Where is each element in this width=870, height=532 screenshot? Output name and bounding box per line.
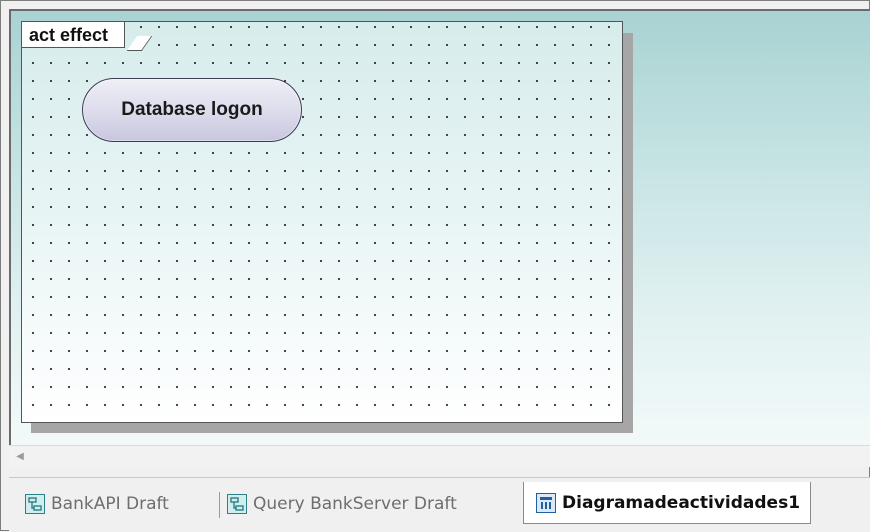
tab-diagramadeactividades1[interactable]: Diagramadeactividades1: [523, 482, 812, 524]
activity-diagram-icon: [536, 492, 556, 513]
diagram-canvas[interactable]: act effect Database logon: [9, 9, 870, 445]
diagram-window: act effect Database logon ◀ BankAPI Draf…: [0, 0, 870, 532]
tab-label: BankAPI Draft: [51, 494, 169, 514]
horizontal-scrollbar[interactable]: ◀: [9, 445, 870, 467]
frame-label: act effect: [22, 22, 126, 48]
action-node-database-logon[interactable]: Database logon: [82, 78, 302, 142]
activity-frame[interactable]: act effect Database logon: [21, 21, 623, 423]
tab-label: Diagramadeactividades1: [562, 492, 801, 513]
scroll-left-arrow-icon[interactable]: ◀: [9, 446, 31, 467]
document-tabbar: BankAPI Draft Query BankServer Draft Dia…: [9, 477, 870, 532]
class-diagram-icon: [25, 494, 45, 514]
tab-query-bankserver-draft[interactable]: Query BankServer Draft: [227, 486, 457, 522]
tab-separator: [219, 492, 220, 518]
tab-label: Query BankServer Draft: [253, 494, 457, 514]
action-label: Database logon: [121, 99, 263, 120]
class-diagram-icon: [227, 494, 247, 514]
tab-bankapi-draft[interactable]: BankAPI Draft: [25, 486, 169, 522]
